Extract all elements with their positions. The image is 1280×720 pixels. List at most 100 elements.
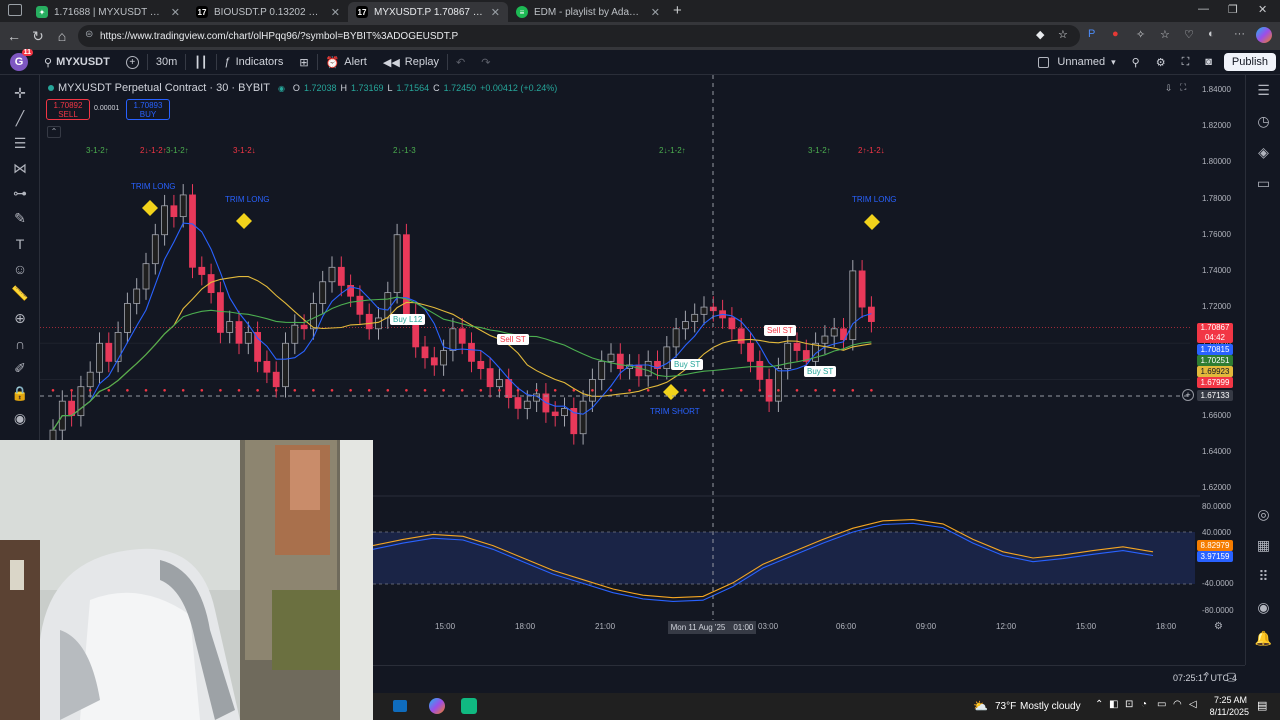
candle [765, 379, 773, 402]
publish-button[interactable]: Publish [1220, 50, 1280, 75]
ruler-tool[interactable]: 📏 [0, 281, 40, 306]
ideas-button[interactable]: ◎ [1246, 499, 1280, 530]
avatar[interactable]: G 11 [0, 49, 36, 75]
collapse-legend-button[interactable]: ⌃ [47, 126, 61, 138]
star-icon[interactable]: ☆ [1058, 28, 1068, 41]
copilot-taskbar-icon[interactable] [429, 698, 445, 714]
browser-tab-2[interactable]: 17 BIOUSDT.P 0.13202 ▲ +15.91% U ✕ [188, 2, 348, 22]
copilot-icon[interactable] [1256, 27, 1272, 43]
shield-icon[interactable]: ♡ [1184, 28, 1194, 41]
profile-icon[interactable]: ◐ [1208, 28, 1215, 40]
tray-volume-icon[interactable]: ◔ [1141, 699, 1147, 710]
candle [477, 360, 485, 370]
new-tab-button[interactable]: + [673, 2, 682, 19]
notifications-button[interactable]: 🔔 [1246, 623, 1280, 654]
magnet-tool[interactable]: ∩ [0, 331, 40, 356]
sell-button[interactable]: 1.70892 SELL [46, 99, 90, 120]
stay-drawing-tool[interactable]: ✐ [0, 356, 40, 381]
add-alert-plus-icon[interactable]: + [1182, 389, 1194, 401]
browser-tab-4[interactable]: ≡ EDM - playlist by Adam Moss | Sp ✕ [508, 2, 668, 22]
quick-search-button[interactable]: ⚲ [1124, 50, 1148, 75]
alerts-button[interactable]: ◷ [1246, 106, 1280, 137]
taskbar-time[interactable]: 7:25 AM [1207, 695, 1247, 705]
candle [458, 328, 466, 344]
close-icon[interactable]: ✕ [331, 6, 340, 19]
layers-button[interactable]: ◈ [1246, 137, 1280, 168]
window-close-icon[interactable]: ✕ [1258, 3, 1267, 16]
snapshot-button[interactable]: ◙ [1197, 50, 1220, 75]
templates-button[interactable]: ⊞ [291, 50, 316, 75]
compare-button[interactable]: + [118, 50, 147, 75]
browser-tab-3[interactable]: 17 MYXUSDT.P 1.70867 ▲ +2.31% U ✕ [348, 2, 508, 22]
emoji-tool[interactable]: ☺ [0, 256, 40, 281]
menu-icon[interactable]: ··· [1234, 28, 1245, 40]
app-taskbar-icon[interactable] [461, 698, 477, 714]
interval-button[interactable]: 30m [148, 50, 185, 75]
time-settings-icon[interactable]: ⚙ [1214, 621, 1223, 632]
auto-scale-icon[interactable]: ⇩ [1165, 83, 1173, 94]
speaker-icon[interactable]: ◁ [1189, 699, 1197, 710]
tray-app-icon[interactable]: ◧ [1109, 699, 1118, 710]
maximize-icon[interactable]: ❐ [1228, 3, 1238, 16]
chart-type-button[interactable]: ┃┃ [186, 50, 215, 75]
close-icon[interactable]: ✕ [171, 6, 180, 19]
redo-button[interactable]: ↷ [473, 50, 498, 75]
back-icon[interactable]: ← [2, 24, 26, 48]
favorites-icon[interactable]: ☆ [1160, 28, 1170, 41]
calendar-button[interactable]: ▦ [1246, 530, 1280, 561]
minimize-icon[interactable]: — [1198, 3, 1209, 15]
mail-icon[interactable] [393, 700, 407, 712]
chart-settings-icon[interactable]: ⛶ [1180, 82, 1186, 93]
maximize-panel-icon[interactable]: ▢ [1226, 670, 1236, 683]
pattern-tool[interactable]: ⋈ [0, 156, 40, 181]
home-icon[interactable]: ⌂ [50, 24, 74, 48]
extension-red-icon[interactable]: ● [1112, 28, 1119, 40]
brush-icon: ✎ [14, 210, 26, 226]
tray-network-icon[interactable]: ⊡ [1125, 699, 1133, 710]
settings-button[interactable]: ⚙ [1148, 50, 1174, 75]
buy-signal-label: Buy ST [671, 359, 704, 370]
weather-desc[interactable]: Mostly cloudy [1020, 701, 1081, 712]
tag-icon[interactable]: ◆ [1036, 28, 1044, 41]
legend-title[interactable]: MYXUSDT Perpetual Contract · 30 · BYBIT [58, 82, 270, 94]
tray-battery-icon[interactable]: ▭ [1157, 699, 1166, 710]
crosshair-tool[interactable]: ✛ [0, 81, 40, 106]
lock-tool[interactable]: 🔒 [0, 381, 40, 406]
indicators-button[interactable]: ƒ Indicators [217, 50, 292, 75]
close-icon[interactable]: ✕ [491, 6, 500, 19]
trendline-tool[interactable]: ╱ [0, 106, 40, 131]
reload-icon[interactable]: ↻ [26, 24, 50, 48]
wifi-icon[interactable]: ◠ [1173, 699, 1182, 710]
notification-center-icon[interactable]: ▤ [1257, 699, 1267, 712]
alert-button[interactable]: ⏰ Alert [318, 50, 375, 75]
chat-button[interactable]: ▭ [1246, 168, 1280, 199]
brush-tool[interactable]: ✎ [0, 206, 40, 231]
current-price-label: 1.70867 04:42 [1197, 323, 1233, 343]
taskbar-date[interactable]: 8/11/2025 [1199, 707, 1249, 717]
tray-chevron-icon[interactable]: ⌃ [1095, 699, 1103, 710]
browser-tab-1[interactable]: ✦ 1.71688 | MYXUSDT Futures Exch ✕ [28, 2, 188, 22]
apps-button[interactable]: ⠿ [1246, 561, 1280, 592]
tab-actions-icon[interactable] [8, 4, 22, 16]
url-field[interactable]: ⊜ https://www.tradingview.com/chart/olHP… [78, 25, 1080, 47]
layout-button[interactable]: Unnamed ▾ [1030, 50, 1123, 75]
text-tool[interactable]: T [0, 231, 40, 256]
close-icon[interactable]: ✕ [651, 6, 660, 19]
symbol-search[interactable]: ⚲ MYXUSDT [36, 50, 118, 75]
forecast-tool[interactable]: ⊶ [0, 181, 40, 206]
hide-tool[interactable]: ◉ [0, 406, 40, 431]
fullscreen-button[interactable]: ⛶ [1174, 50, 1198, 75]
extensions-icon[interactable]: ✧ [1136, 28, 1145, 41]
site-info-icon[interactable]: ⊜ [85, 29, 93, 40]
extension-p-icon[interactable]: P [1088, 28, 1095, 40]
stop-dot [646, 389, 650, 392]
collapse-panel-icon[interactable]: ⌃ [1202, 670, 1211, 683]
replay-button[interactable]: ◀◀ Replay [375, 50, 447, 75]
weather-temp[interactable]: 73°F [995, 701, 1016, 712]
watchlist-button[interactable]: ☰ [1246, 75, 1280, 106]
zoom-tool[interactable]: ⊕ [0, 306, 40, 331]
streams-button[interactable]: ◉ [1246, 592, 1280, 623]
undo-button[interactable]: ↶ [448, 50, 473, 75]
fib-tool[interactable]: ☰ [0, 131, 40, 156]
buy-button[interactable]: 1.70893 BUY [126, 99, 170, 120]
